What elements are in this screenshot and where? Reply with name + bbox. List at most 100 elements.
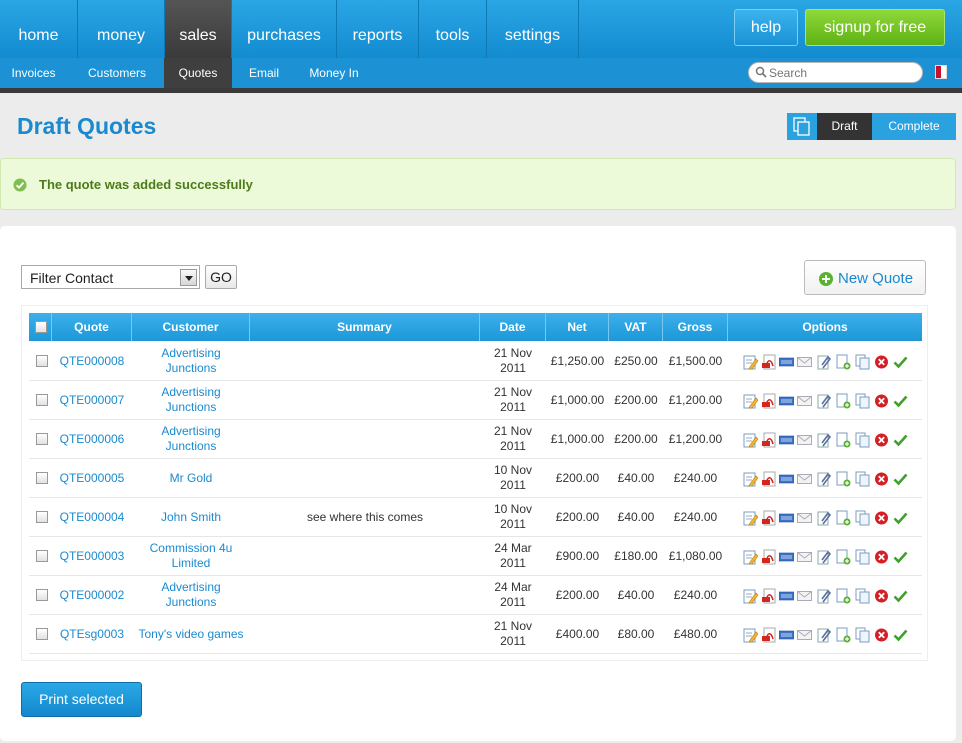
table-row[interactable]: QTE000004 John Smith see where this comes 1… (29, 498, 922, 537)
email-icon[interactable] (797, 510, 812, 526)
filter-contact-select[interactable]: Filter Contact (21, 265, 200, 289)
convert-invoice-icon[interactable] (836, 588, 851, 604)
complete-check-icon[interactable] (893, 549, 908, 565)
quote-number-link[interactable]: QTEsg0003 (52, 615, 132, 653)
pdf-icon[interactable] (762, 627, 777, 643)
convert-invoice-icon[interactable] (836, 393, 851, 409)
copy-icon[interactable] (855, 432, 870, 448)
customer-link[interactable]: Advertising Junctions (132, 381, 250, 419)
row-select-checkbox[interactable] (36, 472, 48, 484)
new-quote-button[interactable]: New Quote (804, 260, 926, 295)
quote-number-link[interactable]: QTE000003 (52, 537, 132, 575)
copy-view-icon[interactable] (787, 113, 817, 140)
nav-money[interactable]: money (78, 0, 165, 58)
complete-check-icon[interactable] (893, 588, 908, 604)
attach-icon[interactable] (817, 471, 832, 487)
delete-icon[interactable] (874, 549, 889, 565)
quote-number-link[interactable]: QTE000002 (52, 576, 132, 614)
complete-check-icon[interactable] (893, 471, 908, 487)
email-icon[interactable] (797, 432, 812, 448)
email-icon[interactable] (797, 471, 812, 487)
convert-invoice-icon[interactable] (836, 510, 851, 526)
email-icon[interactable] (797, 627, 812, 643)
nav-settings[interactable]: settings (487, 0, 579, 58)
convert-invoice-icon[interactable] (836, 432, 851, 448)
html-icon[interactable] (778, 354, 795, 370)
search-input[interactable] (769, 65, 917, 81)
copy-icon[interactable] (855, 627, 870, 643)
customer-link[interactable]: Mr Gold (132, 459, 250, 497)
email-icon[interactable] (797, 354, 812, 370)
copy-icon[interactable] (855, 510, 870, 526)
attach-icon[interactable] (817, 549, 832, 565)
search-box[interactable] (748, 62, 923, 83)
edit-icon[interactable] (743, 510, 759, 526)
email-icon[interactable] (797, 549, 812, 565)
copy-icon[interactable] (855, 354, 870, 370)
subnav-email[interactable]: Email (232, 58, 296, 88)
delete-icon[interactable] (874, 471, 889, 487)
delete-icon[interactable] (874, 432, 889, 448)
header-customer[interactable]: Customer (132, 313, 250, 341)
header-net[interactable]: Net (546, 313, 609, 341)
subnav-money-in[interactable]: Money In (296, 58, 372, 88)
customer-link[interactable]: Advertising Junctions (132, 420, 250, 458)
edit-icon[interactable] (743, 549, 759, 565)
nav-sales[interactable]: sales (165, 0, 232, 58)
complete-toggle[interactable]: Complete (872, 113, 956, 140)
pdf-icon[interactable] (762, 432, 777, 448)
row-select-checkbox[interactable] (36, 589, 48, 601)
attach-icon[interactable] (817, 354, 832, 370)
copy-icon[interactable] (855, 393, 870, 409)
convert-invoice-icon[interactable] (836, 354, 851, 370)
subnav-quotes[interactable]: Quotes (164, 58, 232, 88)
go-button[interactable]: GO (205, 265, 237, 289)
quote-number-link[interactable]: QTE000006 (52, 420, 132, 458)
copy-icon[interactable] (855, 588, 870, 604)
table-row[interactable]: QTE000007 Advertising Junctions 21 Nov 201… (29, 381, 922, 420)
delete-icon[interactable] (874, 510, 889, 526)
html-icon[interactable] (778, 393, 795, 409)
row-select-checkbox[interactable] (36, 355, 48, 367)
quote-number-link[interactable]: QTE000008 (52, 342, 132, 380)
complete-check-icon[interactable] (893, 393, 908, 409)
html-icon[interactable] (778, 471, 795, 487)
select-all-checkbox[interactable] (35, 321, 47, 333)
language-flag-icon[interactable] (935, 65, 947, 79)
header-vat[interactable]: VAT (609, 313, 663, 341)
row-select-checkbox[interactable] (36, 628, 48, 640)
customer-link[interactable]: Advertising Junctions (132, 576, 250, 614)
subnav-invoices[interactable]: Invoices (0, 58, 67, 88)
delete-icon[interactable] (874, 627, 889, 643)
attach-icon[interactable] (817, 627, 832, 643)
header-date[interactable]: Date (480, 313, 546, 341)
chevron-down-icon[interactable] (180, 269, 197, 286)
quote-number-link[interactable]: QTE000005 (52, 459, 132, 497)
customer-link[interactable]: Tony's video games (132, 615, 250, 653)
complete-check-icon[interactable] (893, 510, 908, 526)
edit-icon[interactable] (743, 432, 759, 448)
edit-icon[interactable] (743, 354, 759, 370)
email-icon[interactable] (797, 393, 812, 409)
row-select-checkbox[interactable] (36, 394, 48, 406)
subnav-customers[interactable]: Customers (67, 58, 167, 88)
html-icon[interactable] (778, 510, 795, 526)
customer-link[interactable]: John Smith (132, 498, 250, 536)
nav-reports[interactable]: reports (337, 0, 419, 58)
print-selected-button[interactable]: Print selected (21, 682, 142, 717)
pdf-icon[interactable] (762, 510, 777, 526)
delete-icon[interactable] (874, 354, 889, 370)
row-select-checkbox[interactable] (36, 433, 48, 445)
signup-button[interactable]: signup for free (805, 9, 945, 46)
attach-icon[interactable] (817, 510, 832, 526)
pdf-icon[interactable] (762, 471, 777, 487)
convert-invoice-icon[interactable] (836, 549, 851, 565)
table-row[interactable]: QTE000002 Advertising Junctions 24 Mar 201… (29, 576, 922, 615)
quote-number-link[interactable]: QTE000007 (52, 381, 132, 419)
table-row[interactable]: QTE000003 Commission 4u Limited 24 Mar 201… (29, 537, 922, 576)
copy-icon[interactable] (855, 549, 870, 565)
header-summary[interactable]: Summary (250, 313, 480, 341)
attach-icon[interactable] (817, 432, 832, 448)
delete-icon[interactable] (874, 588, 889, 604)
nav-tools[interactable]: tools (419, 0, 487, 58)
